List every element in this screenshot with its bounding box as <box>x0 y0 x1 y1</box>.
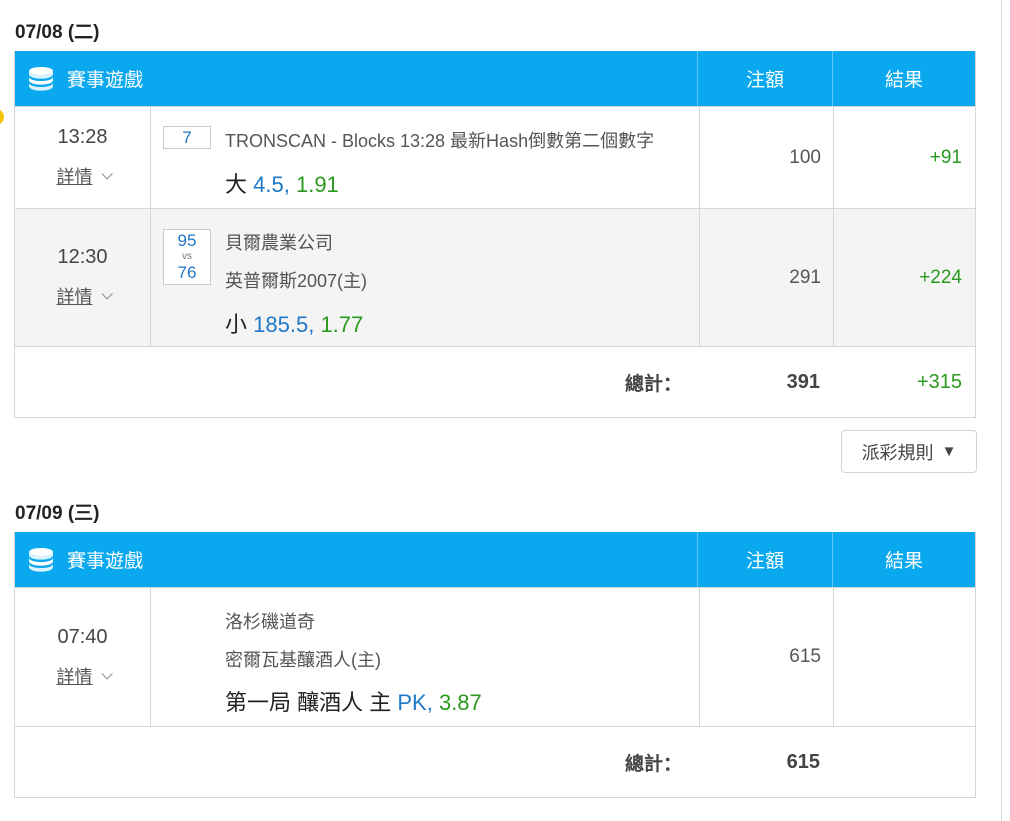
header-game-label: 賽事遊戲 <box>67 70 144 91</box>
vs-label: vs <box>163 252 211 262</box>
total-label: 總計： <box>624 753 682 775</box>
bet-time: 12:30 <box>57 246 108 268</box>
side-indicator-dot <box>0 109 4 125</box>
pick-odds: 1.77 <box>320 312 364 337</box>
team-away: 洛杉磯道奇 <box>225 612 315 632</box>
table-row: 12:30 詳情 95 vs 76 貝爾農業公司 英普爾斯2007(主) 小 1… <box>15 208 975 346</box>
bet-amount: 100 <box>700 107 834 208</box>
date-heading: 07/08 (二) <box>15 22 100 43</box>
total-bet: 615 <box>786 750 820 773</box>
date-heading: 07/09 (三) <box>15 503 100 524</box>
pick-line: 大 4.5, 1.91 <box>225 167 339 199</box>
team-away: 貝爾農業公司 <box>225 233 333 253</box>
header-game: 賽事遊戲 <box>15 51 698 106</box>
detail-label: 詳情 <box>56 167 93 187</box>
header-game-label: 賽事遊戲 <box>67 551 144 572</box>
time-cell: 12:30 詳情 <box>15 209 151 346</box>
bet-time: 07:40 <box>57 625 108 648</box>
header-bet: 注額 <box>698 51 833 106</box>
bet-time: 13:28 <box>57 126 108 148</box>
detail-label: 詳情 <box>56 287 93 307</box>
pick-handicap: 4.5, <box>253 172 290 197</box>
chevron-down-icon <box>100 168 113 180</box>
bet-info: 7 TRONSCAN - Blocks 13:28 最新Hash倒數第二個數字 … <box>151 107 700 208</box>
pick-label: 第一局 釀酒人 主 <box>225 690 392 715</box>
coin-stack-icon <box>27 66 55 92</box>
bet-result: +224 <box>919 266 962 288</box>
pick-line: 小 185.5, 1.77 <box>225 307 363 339</box>
bet-result: +91 <box>929 146 962 168</box>
pick-odds: 3.87 <box>438 690 482 715</box>
payout-rules-label: 派彩規則 <box>861 442 934 463</box>
pick-handicap: PK, <box>397 690 433 715</box>
header-bet: 注額 <box>698 532 833 587</box>
payout-rules-button[interactable]: 派彩規則 ▼ <box>841 430 977 473</box>
bet-amount: 291 <box>700 209 834 346</box>
time-cell: 13:28 詳情 <box>15 107 151 208</box>
total-bet: 391 <box>786 370 820 393</box>
bet-table: 賽事遊戲 注額 結果 07:40 詳情 洛杉磯道奇 密爾瓦基釀酒人(主) 第一局… <box>14 532 976 798</box>
bet-amount: 615 <box>700 588 834 726</box>
bet-table: 賽事遊戲 注額 結果 13:28 詳情 7 TRONSCAN - Blocks … <box>14 51 976 418</box>
table-header: 賽事遊戲 注額 結果 <box>15 51 975 106</box>
detail-link[interactable]: 詳情 <box>56 283 113 309</box>
team-home: 密爾瓦基釀酒人(主) <box>225 650 381 670</box>
team-home: 英普爾斯2007(主) <box>225 271 368 291</box>
detail-link[interactable]: 詳情 <box>56 663 113 689</box>
triangle-down-icon: ▼ <box>941 443 957 460</box>
total-result <box>832 727 975 797</box>
detail-link[interactable]: 詳情 <box>56 163 113 189</box>
total-row: 總計： 391 +315 <box>15 346 975 417</box>
page-right-border <box>1001 0 1002 821</box>
bet-result <box>834 588 975 726</box>
table-row: 13:28 詳情 7 TRONSCAN - Blocks 13:28 最新Has… <box>15 106 975 208</box>
pick-label: 小 <box>225 312 248 337</box>
pick-handicap: 185.5, <box>253 312 315 337</box>
bet-info: 洛杉磯道奇 密爾瓦基釀酒人(主) 第一局 釀酒人 主 PK, 3.87 <box>151 588 700 726</box>
number-box: 7 <box>163 126 211 149</box>
total-row: 總計： 615 <box>15 726 975 797</box>
table-header: 賽事遊戲 注額 結果 <box>15 532 975 587</box>
event-line1: TRONSCAN - Blocks 13:28 最新Hash倒數第二個數字 <box>225 131 655 151</box>
pick-line: 第一局 釀酒人 主 PK, 3.87 <box>225 685 482 717</box>
pick-label: 大 <box>225 172 248 197</box>
header-result: 結果 <box>884 70 923 91</box>
total-result: +315 <box>916 370 962 393</box>
score-box-bottom: 76 <box>163 262 211 285</box>
total-label: 總計： <box>624 373 682 395</box>
pick-odds: 1.91 <box>295 172 339 197</box>
score-box-top: 95 <box>163 229 211 252</box>
header-result: 結果 <box>884 551 923 572</box>
table-row: 07:40 詳情 洛杉磯道奇 密爾瓦基釀酒人(主) 第一局 釀酒人 主 PK, … <box>15 587 975 726</box>
coin-stack-icon <box>27 547 55 573</box>
time-cell: 07:40 詳情 <box>15 588 151 726</box>
header-game: 賽事遊戲 <box>15 532 698 587</box>
chevron-down-icon <box>100 667 113 680</box>
detail-label: 詳情 <box>56 666 93 687</box>
chevron-down-icon <box>100 288 113 300</box>
bet-info: 95 vs 76 貝爾農業公司 英普爾斯2007(主) 小 185.5, 1.7… <box>151 209 700 346</box>
